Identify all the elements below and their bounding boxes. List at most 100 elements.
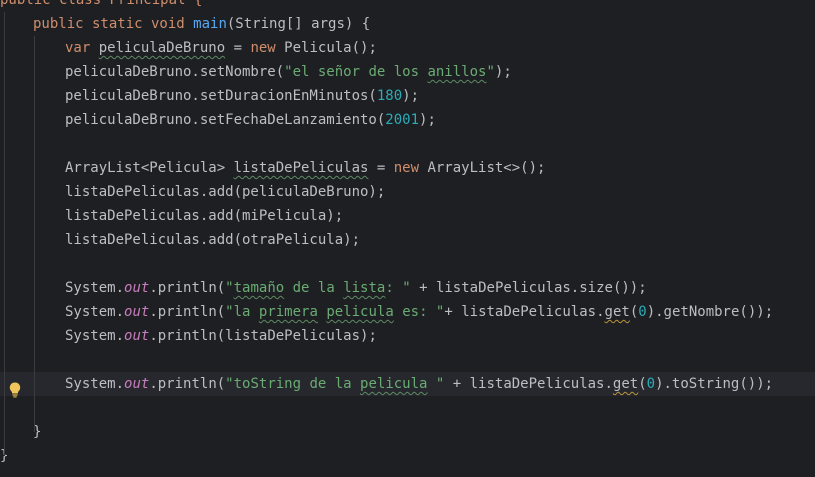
code-line[interactable]: ArrayList<Pelicula> listaDePeliculas = n… [0,156,815,180]
code-token: .println( [149,304,226,320]
code-token: anillos [427,64,487,80]
code-token: de la [284,280,344,296]
code-token: (String[] args) { [226,16,371,32]
code-token: es: " [393,304,445,320]
code-token: ).getNombre()); [646,304,774,320]
code-token: = [225,40,251,56]
code-token: new [250,40,285,56]
code-token: public static void [33,16,194,32]
code-token: System. [65,280,125,296]
code-token: ); [419,112,436,128]
code-token: peliculaDeBruno.setNombre( [65,64,285,80]
code-line[interactable]: System.out.println(listaDePeliculas); [0,324,815,348]
code-line[interactable]: public class Principal { [0,0,815,12]
code-text: public class Principal { [0,0,202,12]
code-token: out [124,328,150,344]
code-token: listaDePeliculas.add(miPelicula); [65,208,344,224]
code-line[interactable]: System.out.println("la primera pelicula … [0,300,815,324]
code-token: listaDePeliculas [233,160,369,176]
code-token: var [65,40,99,56]
code-token: + listaDePeliculas.size()); [410,280,647,296]
code-editor[interactable]: }} System.out.println("toString de la pel… [0,0,815,477]
code-token: "toString de la [225,376,361,392]
code-token: tamaño [233,280,285,296]
code-token: " [486,64,495,80]
code-token: peliculaDeBruno.setFechaDeLanzamiento( [65,112,386,128]
lightbulb-icon[interactable] [9,382,21,398]
code-line[interactable]: listaDePeliculas.add(otraPelicula); [0,228,815,252]
code-token: 0 [638,304,647,320]
code-line[interactable] [0,348,815,372]
code-token: pelicula [326,304,394,320]
code-token: System. [65,304,125,320]
code-token: out [124,376,150,392]
code-token: " [427,376,445,392]
code-token: ArrayList<Pelicula> [65,160,234,176]
code-token: get [612,376,639,392]
code-token: ); [402,88,420,104]
code-token: ); [494,64,512,80]
code-token: System. [65,328,125,344]
code-text: var peliculaDeBruno = new Pelicula(); [65,36,377,60]
code-line[interactable]: listaDePeliculas.add(miPelicula); [0,204,815,228]
code-token: : " [385,280,411,296]
code-line[interactable]: public static void main(String[] args) { [0,12,815,36]
code-text: System.out.println("tamaño de la lista: … [65,276,647,300]
code-token: "el señor de los [284,64,428,80]
code-text: listaDePeliculas.add(miPelicula); [65,204,343,228]
code-line[interactable]: listaDePeliculas.add(peliculaDeBruno); [0,180,815,204]
indent-guide-2 [4,12,5,456]
code-line[interactable]: System.out.println("toString de la pelic… [0,372,815,396]
code-token: listaDePeliculas.add(peliculaDeBruno); [65,184,386,200]
code-text: peliculaDeBruno.setNombre("el señor de l… [65,60,512,84]
code-token: + listaDePeliculas. [444,304,605,320]
code-token: out [124,280,150,296]
code-token: get [604,304,630,320]
code-token: "la [225,304,259,320]
code-token: lista [343,280,386,296]
code-line[interactable] [0,132,815,156]
code-token: ).toString()); [655,376,774,392]
code-line[interactable]: peliculaDeBruno.setNombre("el señor de l… [0,60,815,84]
code-text: peliculaDeBruno.setFechaDeLanzamiento(20… [65,108,436,132]
code-token: ( [629,304,639,320]
code-line[interactable]: peliculaDeBruno.setFechaDeLanzamiento(20… [0,108,815,132]
code-token: .println( [149,280,226,296]
code-line[interactable]: } [0,420,815,444]
code-text: System.out.println("toString de la pelic… [65,372,773,396]
code-token: ArrayList<>(); [427,160,546,176]
code-text: listaDePeliculas.add(otraPelicula); [65,228,360,252]
code-token: 2001 [385,112,420,128]
code-token: System. [65,376,125,392]
code-token: 180 [376,88,403,104]
indent-guide-1 [34,36,35,432]
code-token: out [124,304,150,320]
code-token: peliculaDeBruno.setDuracionEnMinutos( [65,88,377,104]
code-line[interactable] [0,396,815,420]
code-token: 0 [646,376,656,392]
code-text: listaDePeliculas.add(peliculaDeBruno); [65,180,385,204]
code-line[interactable]: } [0,444,815,468]
code-token: public class Principal { [0,0,203,8]
code-line[interactable]: peliculaDeBruno.setDuracionEnMinutos(180… [0,84,815,108]
code-token: .println(listaDePeliculas); [149,328,377,344]
code-token: Pelicula(); [284,40,377,56]
code-text: System.out.println(listaDePeliculas); [65,324,377,348]
code-token: main [193,16,227,32]
code-line[interactable]: System.out.println("tamaño de la lista: … [0,276,815,300]
code-text: System.out.println("la primera pelicula … [65,300,773,324]
code-token: pelicula [360,376,428,392]
code-token: = [368,160,394,176]
code-token: .println( [149,376,226,392]
code-text: public static void main(String[] args) { [33,12,370,36]
code-line[interactable]: var peliculaDeBruno = new Pelicula(); [0,36,815,60]
code-text: peliculaDeBruno.setDuracionEnMinutos(180… [65,84,419,108]
code-token: + listaDePeliculas. [444,376,613,392]
code-token: listaDePeliculas.add(otraPelicula); [65,232,361,248]
code-line[interactable] [0,252,815,276]
code-text: ArrayList<Pelicula> listaDePeliculas = n… [65,156,545,180]
code-token: primera [258,304,318,320]
code-token: peliculaDeBruno [98,40,226,56]
code-token: " [225,280,234,296]
code-token: new [393,160,428,176]
